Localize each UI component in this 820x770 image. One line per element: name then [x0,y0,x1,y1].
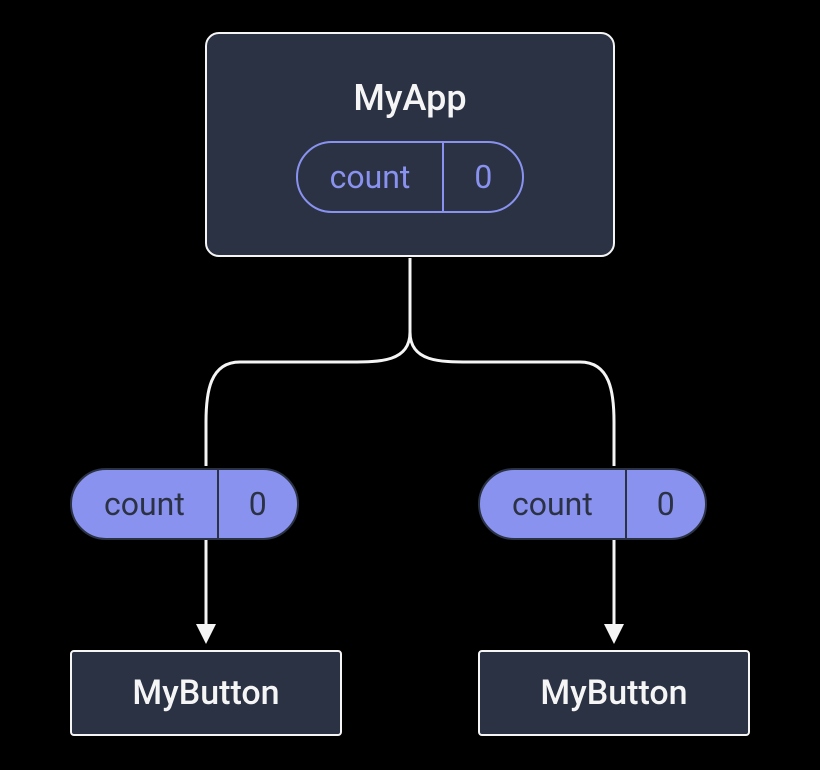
prop-value: 0 [219,470,297,538]
child-title: MyButton [132,673,279,713]
child-title: MyButton [540,673,687,713]
arrow-left [188,540,224,650]
prop-pill-right: count 0 [478,468,707,540]
child-component-left: MyButton [70,650,342,736]
parent-title: MyApp [353,77,466,119]
prop-label: count [480,470,627,538]
parent-component-box: MyApp count 0 [205,32,615,257]
prop-pill-left: count 0 [70,468,299,540]
prop-value: 0 [627,470,705,538]
parent-state-pill: count 0 [296,141,525,213]
child-component-right: MyButton [478,650,750,736]
prop-pill: count 0 [70,468,299,540]
state-value: 0 [444,143,522,211]
arrow-right [596,540,632,650]
prop-label: count [72,470,219,538]
state-label: count [298,143,445,211]
prop-pill: count 0 [478,468,707,540]
